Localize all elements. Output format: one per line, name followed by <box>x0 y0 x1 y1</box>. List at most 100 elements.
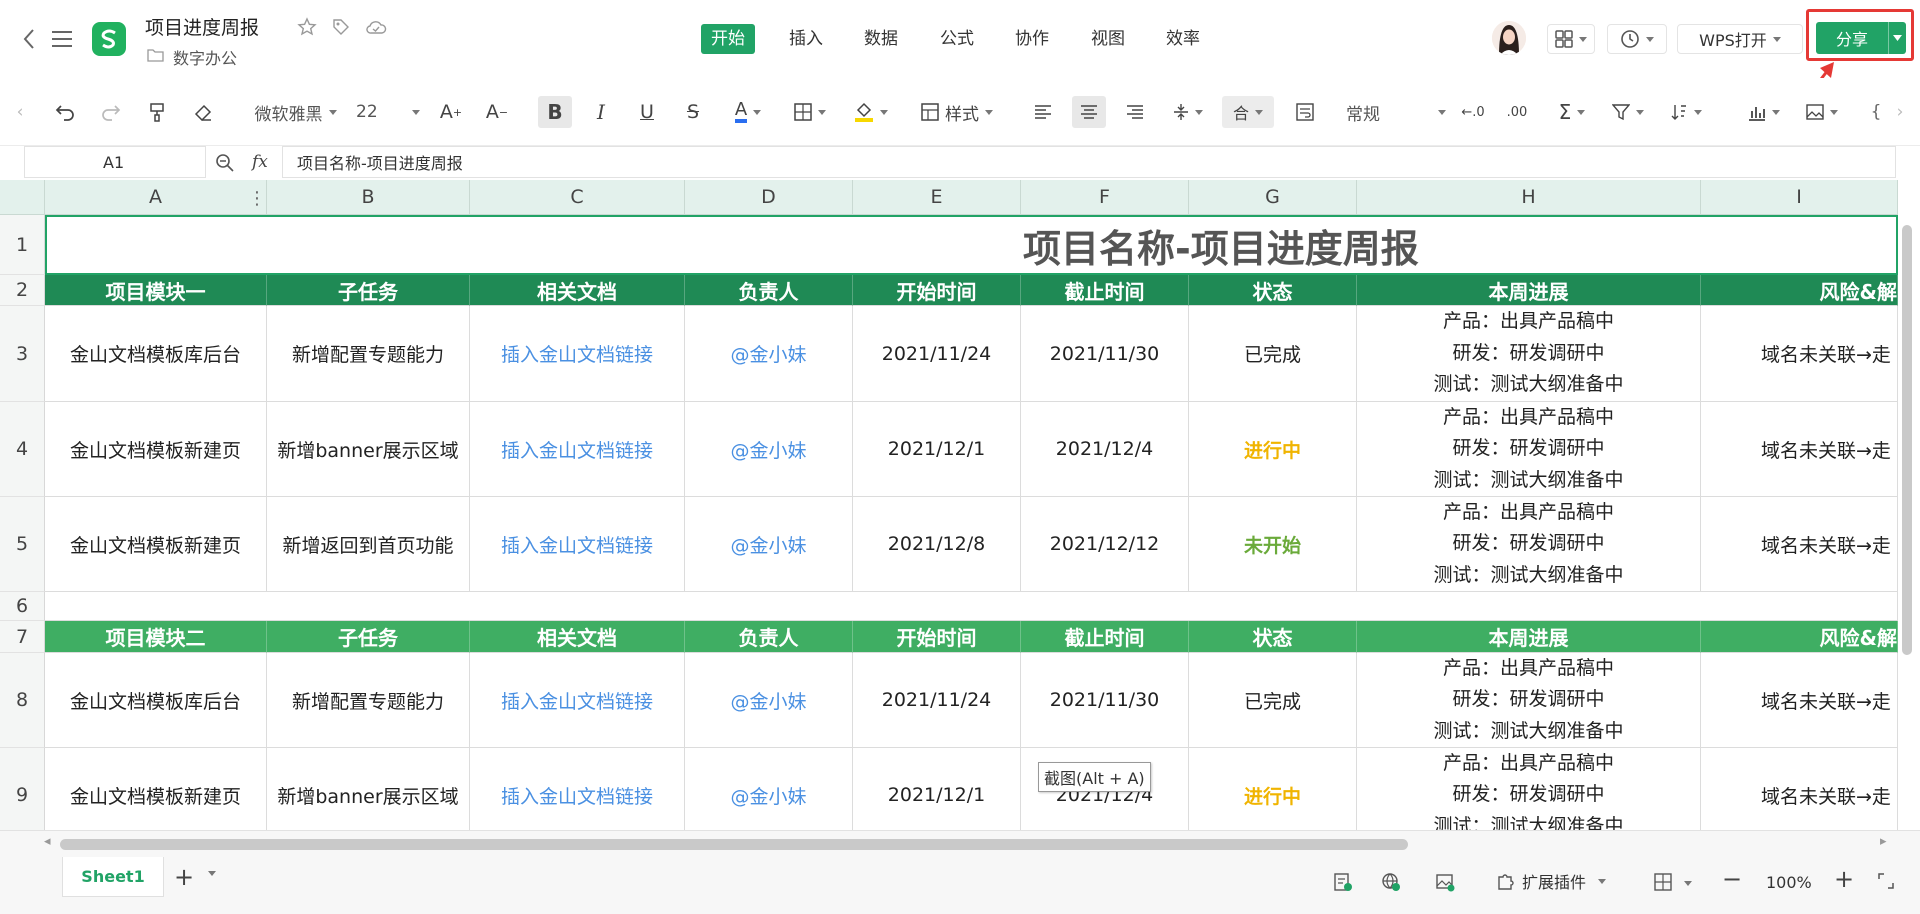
web-globe-icon[interactable] <box>1380 871 1402 893</box>
history-button[interactable] <box>1607 24 1667 54</box>
row-header-8[interactable]: 8 <box>0 653 45 748</box>
table-cell-task[interactable]: 新增配置专题能力 <box>267 653 470 748</box>
app-center-button[interactable] <box>1547 24 1595 54</box>
table-cell-status[interactable]: 进行中 <box>1189 748 1357 830</box>
column-header-h[interactable]: H <box>1357 180 1701 215</box>
table-cell-owner[interactable]: @金小妹 <box>685 402 853 497</box>
strikethrough-icon[interactable]: S <box>678 96 708 128</box>
horizontal-scrollbar[interactable] <box>60 839 1408 850</box>
table-cell-doc[interactable]: 插入金山文档链接 <box>470 497 685 592</box>
table-header-cell[interactable]: 项目模块一 <box>45 275 267 306</box>
number-format-select[interactable]: 常规 <box>1346 96 1446 128</box>
tab-data[interactable]: 数据 <box>854 24 908 54</box>
zoom-search-icon[interactable] <box>214 152 236 174</box>
column-menu-icon[interactable]: ⋮ <box>248 188 266 209</box>
table-cell-end[interactable]: 2021/12/4 <box>1021 402 1189 497</box>
row-header-4[interactable]: 4 <box>0 402 45 497</box>
view-mode-chevron-icon[interactable] <box>1684 881 1692 886</box>
name-box[interactable]: A1 <box>24 146 206 178</box>
avatar[interactable] <box>1492 21 1526 55</box>
table-header-cell[interactable]: 子任务 <box>267 275 470 306</box>
bold-icon[interactable]: B <box>538 96 572 128</box>
column-header-a[interactable]: A <box>45 180 267 215</box>
undo-icon[interactable] <box>50 96 80 128</box>
row-header-5[interactable]: 5 <box>0 497 45 592</box>
column-header-d[interactable]: D <box>685 180 853 215</box>
more-tools-icon[interactable]: { <box>1866 96 1886 128</box>
table-header-cell[interactable]: 状态 <box>1189 621 1357 653</box>
table-cell-start[interactable]: 2021/12/8 <box>853 497 1021 592</box>
scroll-right-icon[interactable]: › <box>1892 96 1908 128</box>
table-cell-start[interactable]: 2021/12/1 <box>853 402 1021 497</box>
tab-insert[interactable]: 插入 <box>779 24 833 54</box>
picture-view-icon[interactable] <box>1434 871 1456 893</box>
table-cell-task[interactable]: 新增配置专题能力 <box>267 306 470 402</box>
add-sheet-icon[interactable]: + <box>174 863 194 891</box>
cloud-saved-icon[interactable] <box>364 16 388 38</box>
increase-decimal-icon[interactable]: ←.0 <box>1458 96 1488 128</box>
table-cell-start[interactable]: 2021/12/1 <box>853 748 1021 830</box>
border-icon[interactable] <box>788 96 832 128</box>
table-cell-progress[interactable]: 产品：出具产品稿中 研发：研发调研中 测试：测试大纲准备中 <box>1357 497 1701 592</box>
table-cell-doc[interactable]: 插入金山文档链接 <box>470 402 685 497</box>
table-header-cell[interactable]: 相关文档 <box>470 621 685 653</box>
table-header-cell[interactable]: 状态 <box>1189 275 1357 306</box>
row-header-3[interactable]: 3 <box>0 306 45 402</box>
table-cell-status[interactable]: 进行中 <box>1189 402 1357 497</box>
table-header-cell[interactable]: 截止时间 <box>1021 621 1189 653</box>
row-header-2[interactable]: 2 <box>0 275 45 306</box>
column-header-i[interactable]: I <box>1701 180 1898 215</box>
column-header-g[interactable]: G <box>1189 180 1357 215</box>
table-header-cell[interactable]: 本周进展 <box>1357 275 1701 306</box>
table-header-cell[interactable]: 开始时间 <box>853 275 1021 306</box>
star-icon[interactable] <box>296 16 318 38</box>
chart-icon[interactable] <box>1742 96 1786 128</box>
sum-icon[interactable]: Σ <box>1550 96 1594 128</box>
scroll-left-icon[interactable]: ‹ <box>12 96 28 128</box>
table-cell-status[interactable]: 已完成 <box>1189 306 1357 402</box>
column-header-c[interactable]: C <box>470 180 685 215</box>
sheet-tab[interactable]: Sheet1 <box>62 857 164 897</box>
font-color-icon[interactable]: A <box>726 96 770 128</box>
increase-font-icon[interactable]: A + <box>436 96 466 128</box>
font-size-select[interactable]: 22 <box>356 96 420 128</box>
table-header-cell[interactable]: 风险&解 <box>1701 621 1898 653</box>
vertical-scrollbar[interactable] <box>1902 225 1912 655</box>
column-header-b[interactable]: B <box>267 180 470 215</box>
doc-title[interactable]: 项目进度周报 <box>145 13 259 40</box>
table-cell-progress[interactable]: 产品：出具产品稿中 研发：研发调研中 测试：测试大纲准备中 <box>1357 748 1701 830</box>
row-header-6[interactable]: 6 <box>0 592 45 621</box>
tab-efficiency[interactable]: 效率 <box>1156 24 1210 54</box>
zoom-in-icon[interactable]: + <box>1834 865 1854 893</box>
wps-open-button[interactable]: WPS打开 <box>1677 24 1803 54</box>
table-cell-progress[interactable]: 产品：出具产品稿中 研发：研发调研中 测试：测试大纲准备中 <box>1357 653 1701 748</box>
table-cell-module[interactable]: 金山文档模板新建页 <box>45 497 267 592</box>
table-cell-status[interactable]: 已完成 <box>1189 653 1357 748</box>
table-cell-end[interactable]: 2021/11/30 <box>1021 653 1189 748</box>
image-icon[interactable] <box>1800 96 1844 128</box>
table-cell-module[interactable]: 金山文档模板新建页 <box>45 748 267 830</box>
underline-icon[interactable]: U <box>632 96 662 128</box>
table-cell-start[interactable]: 2021/11/24 <box>853 306 1021 402</box>
spreadsheet-grid[interactable]: A B C D E F G H I ⋮ 1 2 3 4 5 6 7 8 9 项目名称-项目进度周报 项目模块一 子任务 相关… <box>0 180 1920 830</box>
tab-start[interactable]: 开始 <box>701 24 755 54</box>
table-cell-doc[interactable]: 插入金山文档链接 <box>470 306 685 402</box>
merge-cells-button[interactable]: 合 <box>1222 96 1274 128</box>
table-cell-end[interactable]: 2021/11/30 <box>1021 306 1189 402</box>
table-cell-progress[interactable]: 产品：出具产品稿中 研发：研发调研中 测试：测试大纲准备中 <box>1357 306 1701 402</box>
tab-collaborate[interactable]: 协作 <box>1005 24 1059 54</box>
row-header-1[interactable]: 1 <box>0 215 45 275</box>
tab-view[interactable]: 视图 <box>1081 24 1135 54</box>
table-cell-module[interactable]: 金山文档模板库后台 <box>45 653 267 748</box>
eraser-icon[interactable] <box>188 96 218 128</box>
tag-icon[interactable] <box>330 16 352 38</box>
zoom-out-icon[interactable]: − <box>1722 865 1742 893</box>
table-header-cell[interactable]: 子任务 <box>267 621 470 653</box>
table-cell-owner[interactable]: @金小妹 <box>685 306 853 402</box>
tab-formula[interactable]: 公式 <box>930 24 984 54</box>
table-header-cell[interactable]: 本周进展 <box>1357 621 1701 653</box>
table-cell-owner[interactable]: @金小妹 <box>685 748 853 830</box>
table-header-cell[interactable]: 开始时间 <box>853 621 1021 653</box>
share-button[interactable]: 分享 <box>1816 22 1906 54</box>
table-header-cell[interactable]: 负责人 <box>685 621 853 653</box>
